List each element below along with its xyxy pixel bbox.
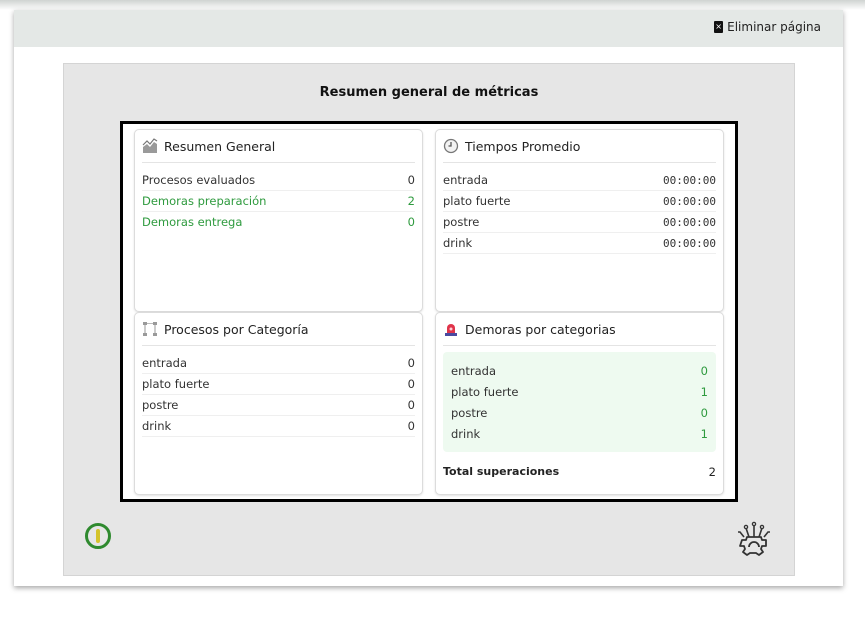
row-value: 0 <box>700 363 708 378</box>
row-label: Procesos evaluados <box>142 173 256 187</box>
processes-card: Procesos por Categoría entrada 0 plato f… <box>134 312 423 495</box>
row-label: drink <box>443 236 473 250</box>
row-value: 0 <box>407 215 415 229</box>
delete-page-label: Eliminar página <box>727 20 821 34</box>
times-card-header: Tiempos Promedio <box>443 130 716 163</box>
times-row: drink 00:00:00 <box>443 233 716 254</box>
summary-row: Procesos evaluados 0 <box>142 170 415 191</box>
times-row: entrada 00:00:00 <box>443 170 716 191</box>
alarm-light-icon <box>443 321 459 337</box>
processes-row: entrada 0 <box>142 353 415 374</box>
row-value: 0 <box>407 356 415 370</box>
row-label: postre <box>443 215 480 229</box>
row-value: 00:00:00 <box>663 194 716 208</box>
row-value: 1 <box>700 384 708 399</box>
row-label: plato fuerte <box>451 384 519 399</box>
delete-page-button[interactable]: × Eliminar página <box>714 20 821 34</box>
row-label: plato fuerte <box>142 377 210 391</box>
row-label: entrada <box>443 173 488 187</box>
row-value: 2 <box>407 194 415 208</box>
top-strip <box>0 0 865 10</box>
page-title: Resumen general de métricas <box>319 85 539 100</box>
row-value: 1 <box>700 426 708 441</box>
trash-icon: × <box>714 21 724 33</box>
times-row: postre 00:00:00 <box>443 212 716 233</box>
row-value: 00:00:00 <box>663 236 716 250</box>
row-value: 0 <box>700 405 708 420</box>
times-row: plato fuerte 00:00:00 <box>443 191 716 212</box>
delays-row: postre 0 <box>451 402 708 423</box>
delays-row: drink 1 <box>451 423 708 444</box>
row-value: 00:00:00 <box>663 173 716 187</box>
row-label: Demoras preparación <box>142 194 267 208</box>
delays-card-header: Demoras por categorias <box>443 313 716 346</box>
delays-card: Demoras por categorias entrada 0 plato f… <box>435 312 724 495</box>
power-icon[interactable] <box>85 523 111 549</box>
summary-row: Demoras entrega 0 <box>142 212 415 232</box>
row-value: 0 <box>407 377 415 391</box>
processes-card-header: Procesos por Categoría <box>142 313 415 346</box>
row-label: entrada <box>142 356 187 370</box>
row-value: 0 <box>407 419 415 433</box>
page-window: × Eliminar página Resumen general de mét… <box>14 10 843 586</box>
processes-row: drink 0 <box>142 416 415 437</box>
metrics-board[interactable]: Resumen General Procesos evaluados 0 Dem… <box>120 121 738 502</box>
row-label: Demoras entrega <box>142 215 243 229</box>
total-value: 2 <box>708 465 716 479</box>
row-label: postre <box>142 398 179 412</box>
row-label: drink <box>451 426 481 441</box>
flow-icon <box>142 321 158 337</box>
delays-list: entrada 0 plato fuerte 1 postre 0 drink … <box>443 352 716 452</box>
times-card-title: Tiempos Promedio <box>465 138 581 154</box>
delays-row: plato fuerte 1 <box>451 381 708 402</box>
summary-card-header: Resumen General <box>142 130 415 163</box>
page-canvas: Resumen general de métricas Resumen Gene… <box>63 63 795 576</box>
row-label: entrada <box>451 363 496 378</box>
summary-row: Demoras preparación 2 <box>142 191 415 212</box>
delays-row: entrada 0 <box>451 360 708 381</box>
times-card: Tiempos Promedio entrada 00:00:00 plato … <box>435 129 724 312</box>
summary-card-title: Resumen General <box>164 138 276 154</box>
page-header: × Eliminar página <box>14 10 843 47</box>
processes-row: plato fuerte 0 <box>142 374 415 395</box>
delays-total: Total superaciones 2 <box>443 465 716 479</box>
processes-card-title: Procesos por Categoría <box>164 321 309 337</box>
row-value: 0 <box>407 398 415 412</box>
row-label: plato fuerte <box>443 194 511 208</box>
gear-circuit-icon[interactable] <box>736 520 772 556</box>
row-value: 0 <box>407 173 415 187</box>
row-label: drink <box>142 419 172 433</box>
summary-card: Resumen General Procesos evaluados 0 Dem… <box>134 129 423 312</box>
processes-row: postre 0 <box>142 395 415 416</box>
clock-icon <box>443 138 459 154</box>
total-label: Total superaciones <box>443 465 560 478</box>
area-chart-icon <box>142 138 158 154</box>
delays-card-title: Demoras por categorias <box>465 321 616 337</box>
row-value: 00:00:00 <box>663 215 716 229</box>
row-label: postre <box>451 405 488 420</box>
